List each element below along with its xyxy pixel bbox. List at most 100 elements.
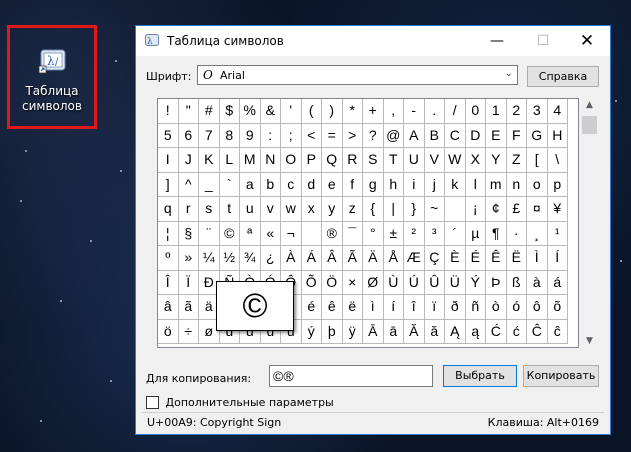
char-cell[interactable]: B bbox=[424, 123, 445, 148]
char-cell[interactable]: ý bbox=[301, 319, 322, 344]
char-cell[interactable]: W bbox=[445, 148, 466, 173]
char-cell[interactable]: ; bbox=[281, 123, 302, 148]
char-cell[interactable]: f bbox=[342, 172, 363, 197]
title-bar[interactable]: λ Таблица символов — ☐ ✕ bbox=[136, 26, 610, 56]
font-select[interactable]: O Arial ⌄ bbox=[197, 65, 518, 85]
char-cell[interactable]: / bbox=[445, 99, 466, 124]
char-cell[interactable]: Ö bbox=[322, 270, 343, 295]
char-cell[interactable]: í bbox=[383, 295, 404, 320]
char-cell[interactable]: Ì bbox=[527, 246, 548, 271]
char-cell[interactable]: " bbox=[178, 99, 199, 124]
char-cell[interactable]: à bbox=[527, 270, 548, 295]
char-cell[interactable]: F bbox=[506, 123, 527, 148]
char-cell[interactable]: ! bbox=[158, 99, 179, 124]
char-cell[interactable]: ì bbox=[363, 295, 384, 320]
char-cell[interactable]: w bbox=[281, 197, 302, 222]
char-cell[interactable]: 5 bbox=[158, 123, 179, 148]
char-cell[interactable]: ± bbox=[383, 221, 404, 246]
char-cell[interactable]: · bbox=[506, 221, 527, 246]
char-cell[interactable]: Z bbox=[506, 148, 527, 173]
char-cell[interactable]: ) bbox=[322, 99, 343, 124]
select-button[interactable]: Выбрать bbox=[443, 365, 517, 387]
char-cell[interactable]: 6 bbox=[178, 123, 199, 148]
char-cell[interactable]: : bbox=[260, 123, 281, 148]
char-cell[interactable]: $ bbox=[219, 99, 240, 124]
char-cell[interactable]: ~ bbox=[424, 197, 445, 222]
char-cell[interactable]: ö bbox=[158, 319, 179, 344]
char-cell[interactable] bbox=[445, 197, 466, 222]
char-cell[interactable]: é bbox=[301, 295, 322, 320]
char-cell[interactable]: ] bbox=[158, 172, 179, 197]
char-cell[interactable]: a bbox=[240, 172, 261, 197]
char-cell[interactable]: + bbox=[363, 99, 384, 124]
char-cell[interactable]: # bbox=[199, 99, 220, 124]
char-cell[interactable]: » bbox=[178, 246, 199, 271]
char-cell[interactable]: Ê bbox=[486, 246, 507, 271]
char-cell[interactable]: ` bbox=[219, 172, 240, 197]
char-cell[interactable]: & bbox=[260, 99, 281, 124]
char-cell[interactable]: Y bbox=[486, 148, 507, 173]
char-cell[interactable]: µ bbox=[465, 221, 486, 246]
char-cell[interactable]: Ä bbox=[363, 246, 384, 271]
char-cell[interactable]: ê bbox=[322, 295, 343, 320]
char-cell[interactable]: l bbox=[465, 172, 486, 197]
char-cell[interactable]: Î bbox=[158, 270, 179, 295]
char-cell[interactable]: Ā bbox=[363, 319, 384, 344]
char-cell[interactable]: ĉ bbox=[547, 319, 568, 344]
char-cell[interactable]: 2 bbox=[506, 99, 527, 124]
char-cell[interactable]: K bbox=[199, 148, 220, 173]
char-cell[interactable]: É bbox=[465, 246, 486, 271]
char-cell[interactable]: ¢ bbox=[486, 197, 507, 222]
char-cell[interactable]: ó bbox=[506, 295, 527, 320]
char-cell[interactable]: ò bbox=[486, 295, 507, 320]
char-cell[interactable]: ô bbox=[527, 295, 548, 320]
char-cell[interactable]: - bbox=[404, 99, 425, 124]
char-cell[interactable]: ð bbox=[445, 295, 466, 320]
char-cell[interactable]: y bbox=[322, 197, 343, 222]
char-cell[interactable]: ³ bbox=[424, 221, 445, 246]
char-cell[interactable]: ÿ bbox=[342, 319, 363, 344]
scroll-down-icon[interactable]: ▼ bbox=[581, 336, 598, 346]
char-cell[interactable]: e bbox=[322, 172, 343, 197]
scroll-up-icon[interactable]: ▲ bbox=[581, 100, 598, 110]
char-cell[interactable]: º bbox=[158, 246, 179, 271]
char-cell[interactable]: ¼ bbox=[199, 246, 220, 271]
char-cell[interactable]: @ bbox=[383, 123, 404, 148]
char-cell[interactable]: Ĉ bbox=[527, 319, 548, 344]
char-cell[interactable]: ¾ bbox=[240, 246, 261, 271]
char-cell[interactable]: c bbox=[281, 172, 302, 197]
char-cell[interactable]: È bbox=[445, 246, 466, 271]
char-cell[interactable]: ć bbox=[506, 319, 527, 344]
close-button[interactable]: ✕ bbox=[564, 26, 610, 56]
char-cell[interactable]: I bbox=[158, 148, 179, 173]
char-cell[interactable]: Ć bbox=[486, 319, 507, 344]
char-cell[interactable]: U bbox=[404, 148, 425, 173]
char-cell[interactable]: § bbox=[178, 221, 199, 246]
char-cell[interactable]: ^ bbox=[178, 172, 199, 197]
character-grid[interactable]: ! " # $% & '() * +, -./0 1 2 3 4 5 6 7 8 9:; < = >? @ A B C D E F G H… bbox=[157, 98, 579, 348]
char-cell[interactable]: £ bbox=[506, 197, 527, 222]
char-cell[interactable]: 0 bbox=[465, 99, 486, 124]
char-cell[interactable]: J bbox=[178, 148, 199, 173]
char-cell[interactable]: V bbox=[424, 148, 445, 173]
char-cell[interactable]: ¸ bbox=[527, 221, 548, 246]
char-cell[interactable]: > bbox=[342, 123, 363, 148]
char-cell[interactable]: [ bbox=[527, 148, 548, 173]
char-cell[interactable]: Ã bbox=[342, 246, 363, 271]
char-cell[interactable]: T bbox=[383, 148, 404, 173]
char-cell[interactable]: Û bbox=[424, 270, 445, 295]
char-cell[interactable]: b bbox=[260, 172, 281, 197]
char-cell[interactable]: ¬ bbox=[281, 221, 302, 246]
char-cell[interactable]: Í bbox=[547, 246, 568, 271]
char-cell[interactable]: Ø bbox=[363, 270, 384, 295]
char-cell[interactable]: ¦ bbox=[158, 221, 179, 246]
char-cell[interactable]: H bbox=[547, 123, 568, 148]
char-cell[interactable]: Ă bbox=[404, 319, 425, 344]
char-cell[interactable]: * bbox=[342, 99, 363, 124]
char-cell[interactable]: Â bbox=[322, 246, 343, 271]
char-cell[interactable]: X bbox=[465, 148, 486, 173]
help-button[interactable]: Справка bbox=[527, 66, 599, 87]
char-cell[interactable]: Þ bbox=[486, 270, 507, 295]
char-cell[interactable]: N bbox=[260, 148, 281, 173]
char-cell[interactable]: z bbox=[342, 197, 363, 222]
